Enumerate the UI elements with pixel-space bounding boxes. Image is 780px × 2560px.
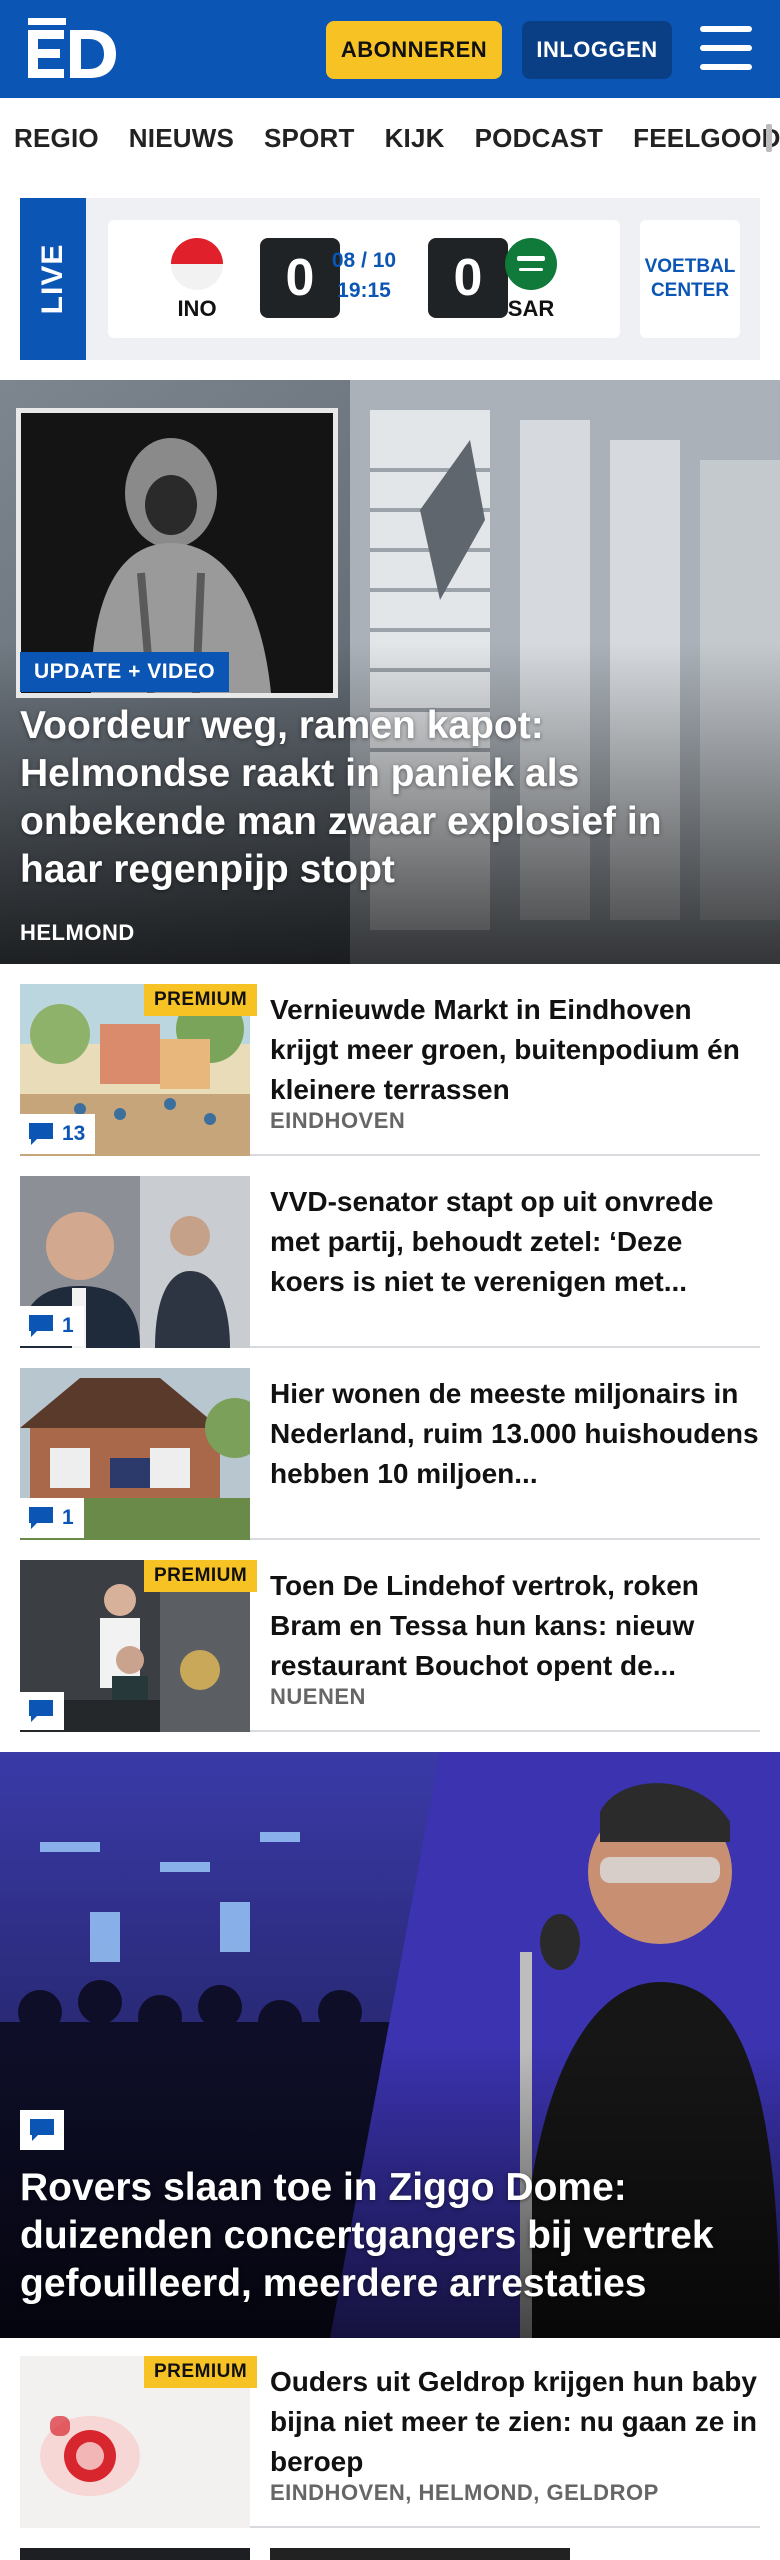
comment-icon bbox=[29, 1700, 53, 1722]
section-nav: REGIO NIEUWS SPORT KIJK PODCAST FEELGOOD bbox=[0, 98, 780, 178]
comment-count[interactable]: 13 bbox=[20, 1114, 96, 1154]
comment-count-value: 1 bbox=[62, 1314, 74, 1337]
premium-badge: PREMIUM bbox=[144, 1560, 258, 1592]
list-item[interactable]: PREMIUM Toen De Lindehof vertrok, roken … bbox=[20, 1560, 760, 1732]
live-label: LIVE bbox=[20, 198, 86, 360]
nav-item-nieuws[interactable]: NIEUWS bbox=[129, 123, 234, 154]
home-team: INO bbox=[162, 238, 232, 322]
comment-icon bbox=[30, 2119, 54, 2141]
comment-count[interactable] bbox=[20, 2110, 64, 2150]
comment-count[interactable] bbox=[20, 1692, 64, 1730]
match-date: 08 / 10 bbox=[331, 249, 397, 272]
article-location: EINDHOVEN bbox=[270, 1108, 406, 1133]
comment-count[interactable]: 1 bbox=[20, 1306, 84, 1346]
hero-location: HELMOND bbox=[20, 920, 135, 945]
article-title[interactable]: Toen De Lindehof vertrok, roken Bram en … bbox=[270, 1566, 760, 1686]
match-datetime: 08 / 10 19:15 bbox=[318, 246, 410, 306]
nav-item-podcast[interactable]: PODCAST bbox=[475, 123, 604, 154]
ed-logo[interactable] bbox=[28, 18, 116, 78]
article-title[interactable]: Hier wonen de meeste miljonairs in Neder… bbox=[270, 1374, 760, 1494]
hero-headline[interactable]: Voordeur weg, ramen kapot: Helmondse raa… bbox=[20, 702, 740, 894]
home-team-code: INO bbox=[177, 296, 217, 321]
premium-badge: PREMIUM bbox=[144, 2356, 258, 2388]
site-header: ABONNEREN INLOGGEN bbox=[0, 0, 780, 98]
nav-overflow-indicator bbox=[766, 124, 772, 152]
match-time: 19:15 bbox=[337, 279, 391, 302]
match-card[interactable]: INO 0 08 / 10 19:15 0 SAR bbox=[108, 220, 620, 338]
article-location: EINDHOVEN, HELMOND, GELDROP bbox=[270, 2480, 659, 2505]
comment-count[interactable]: 1 bbox=[20, 1498, 84, 1538]
away-team: SAR bbox=[496, 238, 566, 322]
list-item[interactable]: PREMIUM Ouders uit Geldrop krijgen hun b… bbox=[20, 2356, 760, 2528]
list-item[interactable]: PREMIUM 13 Vernieuwde Markt in Eindhoven… bbox=[20, 984, 760, 1156]
hamburger-menu-icon[interactable] bbox=[700, 26, 752, 70]
next-list-item-partial bbox=[20, 2548, 760, 2560]
comment-icon bbox=[29, 1507, 53, 1529]
article-title[interactable]: VVD-senator stapt op uit onvrede met par… bbox=[270, 1182, 760, 1302]
article-location: NUENEN bbox=[270, 1684, 366, 1709]
premium-badge: PREMIUM bbox=[144, 984, 258, 1016]
away-team-code: SAR bbox=[507, 296, 555, 321]
indonesia-flag-icon bbox=[171, 238, 223, 290]
ed-logo-mark bbox=[28, 18, 116, 78]
list-item[interactable]: 1 VVD-senator stapt op uit onvrede met p… bbox=[20, 1176, 760, 1348]
comment-count-value: 13 bbox=[62, 1122, 86, 1145]
nav-item-kijk[interactable]: KIJK bbox=[385, 123, 445, 154]
nav-item-feelgood[interactable]: FEELGOOD bbox=[633, 123, 780, 154]
voetbal-center-link[interactable]: VOETBAL CENTER bbox=[640, 220, 740, 338]
hero2-headline[interactable]: Rovers slaan toe in Ziggo Dome: duizende… bbox=[20, 2164, 760, 2308]
comment-icon bbox=[29, 1123, 53, 1145]
live-score-widget: LIVE INO 0 08 / 10 19:15 0 SAR VOETBAL C… bbox=[20, 198, 760, 360]
comment-count-value: 1 bbox=[62, 1506, 74, 1529]
comment-icon bbox=[29, 1315, 53, 1337]
cctv-image bbox=[21, 413, 333, 693]
article-title[interactable]: Vernieuwde Markt in Eindhoven krijgt mee… bbox=[270, 990, 760, 1110]
update-video-badge: UPDATE + VIDEO bbox=[20, 652, 230, 692]
subscribe-button[interactable]: ABONNEREN bbox=[326, 21, 502, 79]
nav-item-regio[interactable]: REGIO bbox=[14, 123, 99, 154]
nav-item-sport[interactable]: SPORT bbox=[264, 123, 355, 154]
hero-article[interactable]: UPDATE + VIDEO Voordeur weg, ramen kapot… bbox=[0, 380, 780, 964]
list-item[interactable]: 1 Hier wonen de meeste miljonairs in Ned… bbox=[20, 1368, 760, 1540]
login-button[interactable]: INLOGGEN bbox=[522, 21, 672, 79]
hero-article-2[interactable]: Rovers slaan toe in Ziggo Dome: duizende… bbox=[0, 1752, 780, 2338]
saudi-arabia-flag-icon bbox=[505, 238, 557, 290]
article-title[interactable]: Ouders uit Geldrop krijgen hun baby bijn… bbox=[270, 2362, 760, 2482]
